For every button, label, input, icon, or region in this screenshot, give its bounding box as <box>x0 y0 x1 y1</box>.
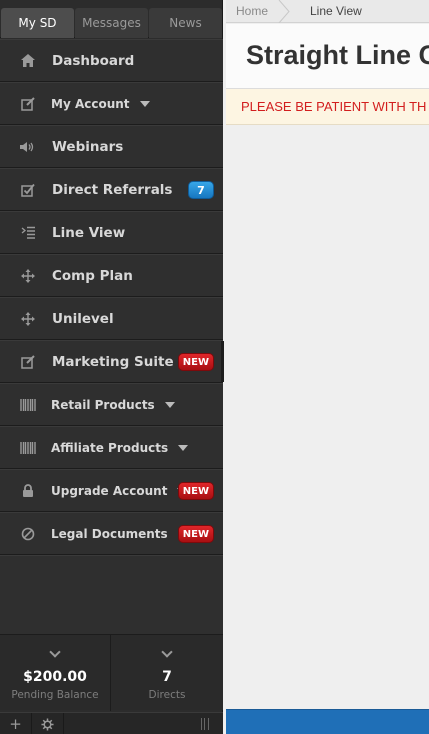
sidebar: My SD Messages News Dashboard My Account <box>0 0 224 734</box>
sidebar-item-text: Upgrade Account <box>51 483 168 498</box>
volume-icon <box>20 139 36 155</box>
main-content: Home Line View Straight Line C PLEASE BE… <box>226 0 429 734</box>
tab-news[interactable]: News <box>149 8 222 38</box>
sidebar-item-label: My Account <box>51 97 150 111</box>
lock-icon <box>20 483 36 499</box>
pending-balance-value: $200.00 <box>23 669 87 685</box>
alert-banner: PLEASE BE PATIENT WITH TH <box>226 89 429 125</box>
breadcrumb: Home Line View <box>226 0 429 23</box>
chevron-down-icon <box>139 101 150 107</box>
sidebar-item-marketing-suite[interactable]: Marketing Suite NEW <box>0 340 224 383</box>
sidebar-nav: Dashboard My Account Webinars Direct Ref… <box>0 39 224 555</box>
sidebar-item-dashboard[interactable]: Dashboard <box>0 39 223 82</box>
sidebar-item-upgrade-account[interactable]: Upgrade Account NEW <box>0 469 223 512</box>
home-icon <box>20 53 36 69</box>
directs-value: 7 <box>162 669 172 685</box>
new-badge: NEW <box>177 524 214 543</box>
sidebar-spacer <box>0 555 223 634</box>
pending-balance-stat[interactable]: $200.00 Pending Balance <box>0 635 111 711</box>
referrals-count-badge: 7 <box>188 180 214 199</box>
sidebar-item-webinars[interactable]: Webinars <box>0 125 223 168</box>
chevron-down-icon <box>164 402 175 408</box>
sidebar-item-label: Comp Plan <box>52 267 133 284</box>
move-arrows-icon <box>20 268 36 284</box>
gear-icon[interactable] <box>32 713 64 734</box>
sidebar-item-line-view[interactable]: Line View <box>0 211 223 254</box>
content-area <box>226 126 429 709</box>
app-window: My SD Messages News Dashboard My Account <box>0 0 429 734</box>
sidebar-item-label: Direct Referrals <box>52 181 173 198</box>
edit-icon <box>20 354 36 370</box>
directs-stat[interactable]: 7 Directs <box>111 635 223 711</box>
sidebar-item-text: My Account <box>51 96 130 111</box>
sidebar-item-label: Unilevel <box>52 310 114 327</box>
tab-messages[interactable]: Messages <box>75 8 148 38</box>
sidebar-stats: $200.00 Pending Balance 7 Directs <box>0 634 223 711</box>
sidebar-item-text: Retail Products <box>51 397 155 412</box>
sidebar-item-label: Affiliate Products <box>51 440 189 455</box>
ban-icon <box>20 526 36 542</box>
barcode-icon <box>20 440 36 456</box>
sidebar-item-text: Legal Documents <box>51 526 168 541</box>
sidebar-item-retail-products[interactable]: Retail Products <box>0 383 223 426</box>
pending-balance-caption: Pending Balance <box>11 689 99 701</box>
move-arrows-icon <box>20 311 36 327</box>
sidebar-item-direct-referrals[interactable]: Direct Referrals 7 <box>0 168 223 211</box>
barcode-icon <box>20 397 36 413</box>
sidebar-item-label: Legal Documents <box>51 527 188 541</box>
new-badge: NEW <box>177 481 214 500</box>
breadcrumb-current: Line View <box>310 4 362 18</box>
page-header: Straight Line C <box>226 24 429 89</box>
sidebar-item-affiliate-products[interactable]: Affiliate Products <box>0 426 223 469</box>
sidebar-item-label: Dashboard <box>52 52 135 69</box>
resize-grip-icon[interactable] <box>201 718 209 730</box>
tab-my-sd[interactable]: My SD <box>1 8 74 38</box>
page-title: Straight Line C <box>246 40 429 70</box>
sidebar-item-my-account[interactable]: My Account <box>0 82 223 125</box>
sidebar-item-unilevel[interactable]: Unilevel <box>0 297 223 340</box>
checkbox-icon <box>20 182 36 198</box>
chevron-down-icon <box>49 646 61 658</box>
breadcrumb-home[interactable]: Home <box>236 0 268 23</box>
sidebar-tabs: My SD Messages News <box>0 8 223 38</box>
sidebar-item-label: Line View <box>52 224 126 241</box>
bottom-bar <box>226 709 429 734</box>
sidebar-item-label: Webinars <box>52 138 124 155</box>
new-badge: NEW <box>177 352 214 371</box>
sidebar-item-legal-documents[interactable]: Legal Documents NEW <box>0 512 223 555</box>
chevron-down-icon <box>161 646 173 658</box>
breadcrumb-separator-icon <box>278 0 290 23</box>
directs-caption: Directs <box>148 689 186 701</box>
sidebar-item-text: Affiliate Products <box>51 440 169 455</box>
sidebar-item-label: Upgrade Account <box>51 483 188 498</box>
indent-list-icon <box>20 225 36 241</box>
sidebar-footer: + <box>0 712 223 734</box>
edit-icon <box>20 96 36 112</box>
sidebar-item-comp-plan[interactable]: Comp Plan <box>0 254 223 297</box>
alert-text: PLEASE BE PATIENT WITH TH <box>241 99 427 114</box>
plus-icon[interactable]: + <box>0 713 32 734</box>
chevron-down-icon <box>178 445 189 451</box>
sidebar-item-label: Marketing Suite <box>52 353 174 370</box>
sidebar-item-label: Retail Products <box>51 398 175 412</box>
